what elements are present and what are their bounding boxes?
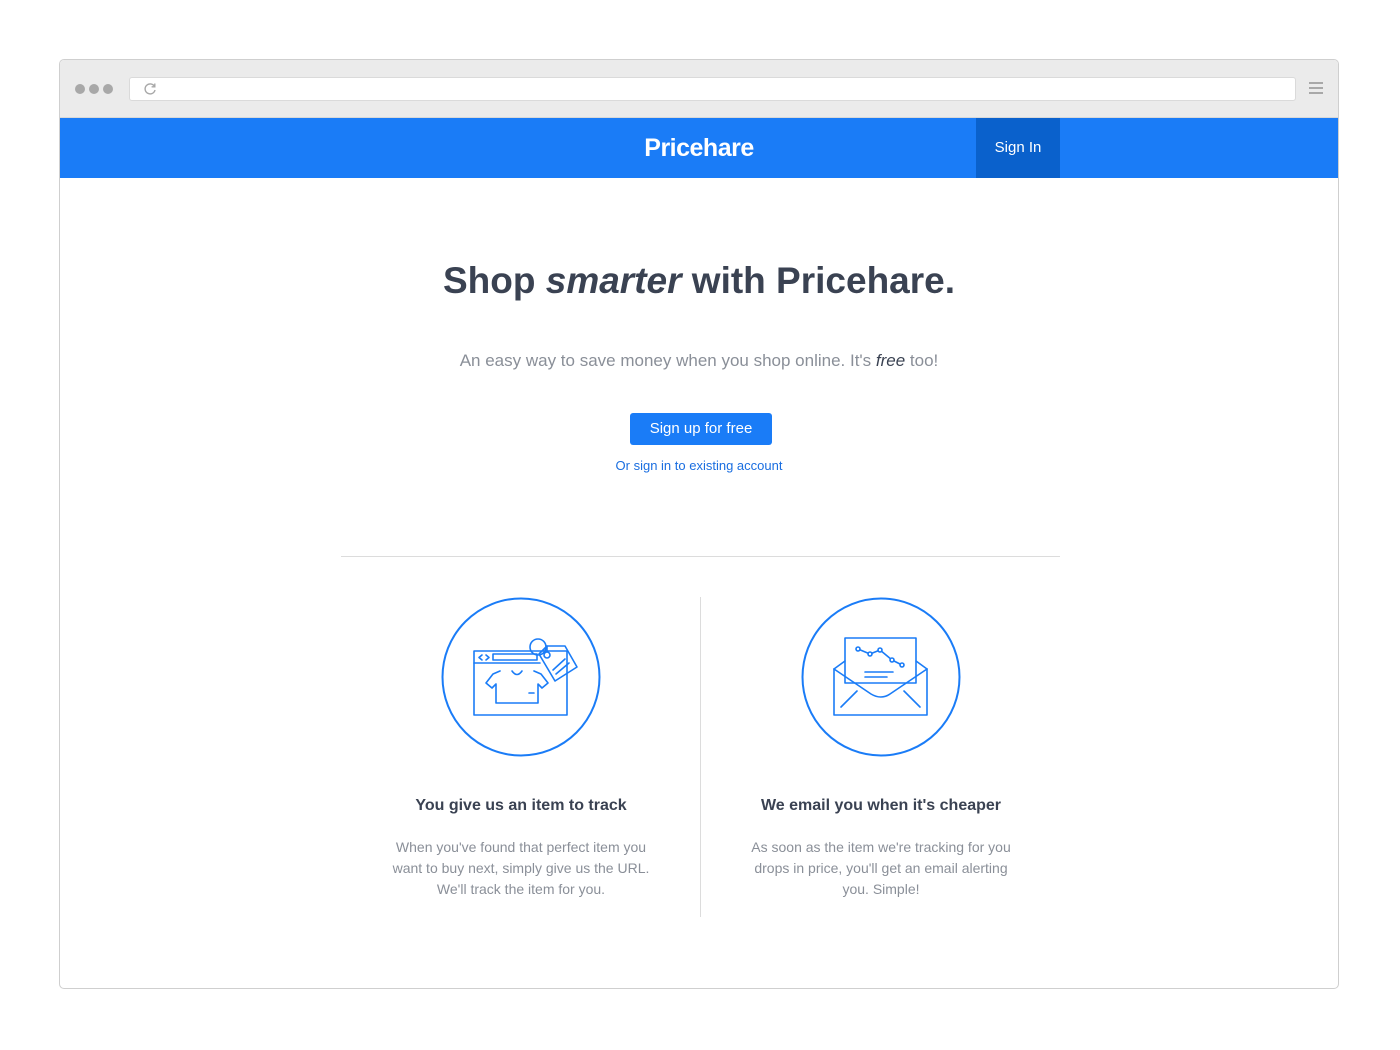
window-control-dot[interactable] (103, 84, 113, 94)
feature-track-item: You give us an item to track When you've… (371, 597, 671, 900)
hero-subtitle-emphasis: free (875, 351, 906, 370)
feature-description: When you've found that perfect item you … (392, 839, 650, 897)
feature-title: You give us an item to track (415, 797, 627, 814)
section-divider (341, 556, 1060, 557)
reload-icon[interactable] (142, 81, 158, 97)
signin-link-row: Or sign in to existing account (60, 458, 1338, 473)
envelope-price-chart-icon (801, 597, 961, 757)
window-controls (75, 84, 113, 94)
browser-price-tag-icon (441, 597, 601, 757)
feature-email-alert: We email you when it's cheaper As soon a… (731, 597, 1031, 900)
hero-title: Shop smarter with Pricehare. (60, 260, 1338, 302)
signup-button[interactable]: Sign up for free (630, 413, 772, 445)
hero-subtitle-suffix: too! (905, 351, 939, 370)
hero-title-emphasis: smarter (545, 260, 682, 301)
nav-sign-in-button[interactable]: Sign In (976, 118, 1060, 178)
browser-chrome (60, 60, 1338, 118)
brand-logo[interactable]: Pricehare (60, 118, 1338, 178)
hero-title-suffix: with Pricehare. (681, 260, 956, 301)
feature-description: As soon as the item we're tracking for y… (751, 839, 1011, 897)
browser-window: Pricehare Sign In Shop smarter with Pric… (59, 59, 1339, 989)
feature-title: We email you when it's cheaper (760, 797, 1002, 814)
feature-divider (700, 597, 701, 917)
hero-subtitle-prefix: An easy way to save money when you shop … (459, 351, 876, 370)
signin-existing-link[interactable]: Or sign in to existing account (616, 458, 783, 473)
hamburger-menu-icon[interactable] (1309, 82, 1323, 96)
address-bar[interactable] (129, 77, 1296, 101)
window-control-dot[interactable] (89, 84, 99, 94)
top-navbar: Pricehare Sign In (60, 118, 1338, 178)
window-control-dot[interactable] (75, 84, 85, 94)
hero-title-prefix: Shop (442, 260, 546, 301)
hero-subtitle: An easy way to save money when you shop … (60, 351, 1338, 371)
